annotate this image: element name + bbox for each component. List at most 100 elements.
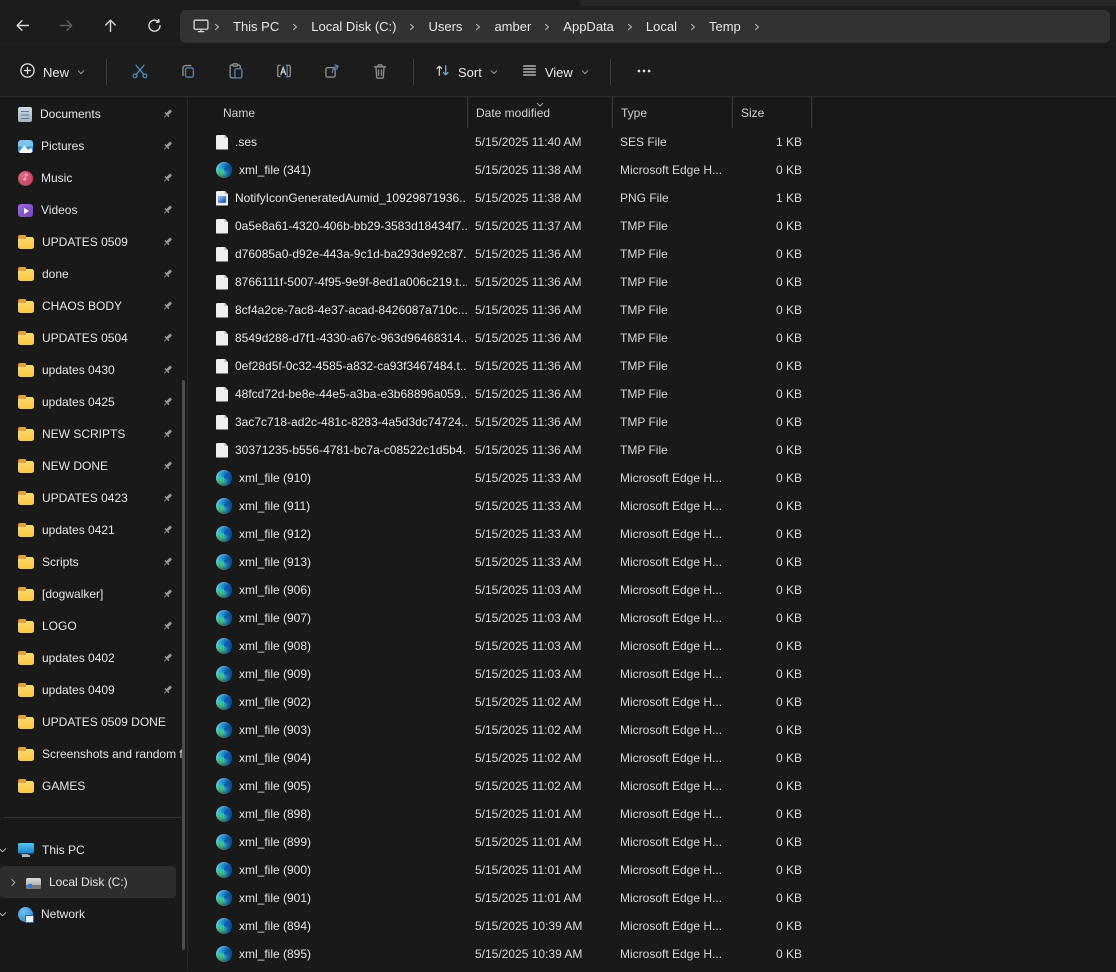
file-row[interactable]: xml_file (895) 5/15/2025 10:39 AM Micros… [188,940,1116,968]
delete-button[interactable] [356,56,404,88]
rename-button[interactable] [260,56,308,88]
breadcrumb-segment[interactable]: Local Disk (C:) [302,16,405,37]
sidebar-item[interactable]: Music [0,162,187,194]
sidebar-item[interactable]: updates 0425 [0,386,187,418]
back-arrow-icon [14,17,31,37]
file-row[interactable]: 3ac7c718-ad2c-481c-8283-4a5d3dc74724... … [188,408,1116,436]
sidebar-item[interactable]: updates 0402 [0,642,187,674]
chevron-down-icon[interactable] [0,909,8,920]
breadcrumb-chevron-icon[interactable] [211,21,223,33]
breadcrumb-chevron-icon[interactable] [624,21,636,33]
breadcrumb-chevron-icon[interactable] [541,21,553,33]
file-row[interactable]: 0a5e8a61-4320-406b-bb29-3583d18434f7....… [188,212,1116,240]
sidebar-item[interactable]: updates 0430 [0,354,187,386]
file-row[interactable]: 48fcd72d-be8e-44e5-a3ba-e3b68896a059... … [188,380,1116,408]
sort-button[interactable]: Sort [423,56,510,88]
file-row[interactable]: xml_file (906) 5/15/2025 11:03 AM Micros… [188,576,1116,604]
sidebar-item-local-disk[interactable]: Local Disk (C:) [0,866,176,898]
sidebar-item[interactable]: Pictures [0,130,187,162]
breadcrumb-segment[interactable]: Local [637,16,686,37]
sidebar-item[interactable]: LOGO [0,610,187,642]
breadcrumb-segment[interactable]: Temp [700,16,750,37]
sidebar-item[interactable]: GAMES [0,770,187,802]
file-row[interactable]: 8cf4a2ce-7ac8-4e37-acad-8426087a710c....… [188,296,1116,324]
file-type: TMP File [612,331,732,345]
breadcrumb-segment[interactable]: amber [485,16,540,37]
breadcrumb-segment[interactable]: This PC [224,16,288,37]
sidebar-item[interactable]: Documents [0,98,187,130]
file-row[interactable]: xml_file (903) 5/15/2025 11:02 AM Micros… [188,716,1116,744]
file-row[interactable]: xml_file (909) 5/15/2025 11:03 AM Micros… [188,660,1116,688]
column-header-name[interactable]: Name [188,97,467,128]
view-button[interactable]: View [510,56,601,88]
up-button[interactable] [88,10,132,44]
file-row[interactable]: xml_file (900) 5/15/2025 11:01 AM Micros… [188,856,1116,884]
sidebar-item[interactable]: CHAOS BODY [0,290,187,322]
sidebar-item[interactable]: updates 0409 [0,674,187,706]
breadcrumb-segment[interactable]: AppData [554,16,623,37]
breadcrumb-chevron-icon[interactable] [472,21,484,33]
sidebar-item-network[interactable]: Network [0,898,187,930]
address-bar[interactable]: This PC Local Disk (C:) Users [180,10,1110,43]
sidebar-item[interactable]: UPDATES 0423 [0,482,187,514]
sidebar-item[interactable]: UPDATES 0509 [0,226,187,258]
sidebar-item[interactable]: updates 0421 [0,514,187,546]
file-row[interactable]: 8549d288-d7f1-4330-a67c-963d96468314....… [188,324,1116,352]
file-row[interactable]: xml_file (899) 5/15/2025 11:01 AM Micros… [188,828,1116,856]
breadcrumb-chevron-icon[interactable] [406,21,418,33]
file-row[interactable]: xml_file (907) 5/15/2025 11:03 AM Micros… [188,604,1116,632]
file-row[interactable]: xml_file (910) 5/15/2025 11:33 AM Micros… [188,464,1116,492]
cut-button[interactable] [116,56,164,88]
sidebar-item-this-pc[interactable]: This PC [0,834,187,866]
column-header-date-modified[interactable]: Date modified [467,97,612,128]
file-row[interactable]: xml_file (911) 5/15/2025 11:33 AM Micros… [188,492,1116,520]
file-row[interactable]: d76085a0-d92e-443a-9c1d-ba293de92c87... … [188,240,1116,268]
file-row[interactable]: xml_file (341) 5/15/2025 11:38 AM Micros… [188,156,1116,184]
column-header-type[interactable]: Type [612,97,732,128]
sidebar-item[interactable]: NEW DONE [0,450,187,482]
file-row[interactable]: xml_file (904) 5/15/2025 11:02 AM Micros… [188,744,1116,772]
sidebar-item[interactable]: Videos [0,194,187,226]
more-options-button[interactable] [620,56,668,88]
file-row[interactable]: xml_file (908) 5/15/2025 11:03 AM Micros… [188,632,1116,660]
file-row[interactable]: xml_file (905) 5/15/2025 11:02 AM Micros… [188,772,1116,800]
share-button[interactable] [308,56,356,88]
sidebar-item[interactable]: UPDATES 0504 [0,322,187,354]
file-row[interactable]: 30371235-b556-4781-bc7a-c08522c1d5b4... … [188,436,1116,464]
file-row[interactable]: xml_file (894) 5/15/2025 10:39 AM Micros… [188,912,1116,940]
sidebar-item[interactable]: done [0,258,187,290]
file-row[interactable]: xml_file (912) 5/15/2025 11:33 AM Micros… [188,520,1116,548]
file-row[interactable]: xml_file (913) 5/15/2025 11:33 AM Micros… [188,548,1116,576]
file-date-modified: 5/15/2025 11:02 AM [467,695,612,709]
file-row[interactable]: .ses 5/15/2025 11:40 AM SES File 1 KB [188,128,1116,156]
sidebar-scrollbar[interactable] [182,380,185,950]
pin-icon [161,108,174,121]
file-row[interactable]: xml_file (898) 5/15/2025 11:01 AM Micros… [188,800,1116,828]
breadcrumb-chevron-icon[interactable] [289,21,301,33]
refresh-button[interactable] [132,10,176,44]
file-row[interactable]: xml_file (901) 5/15/2025 11:01 AM Micros… [188,884,1116,912]
chevron-right-icon[interactable] [8,877,19,888]
file-row[interactable]: xml_file (902) 5/15/2025 11:02 AM Micros… [188,688,1116,716]
sidebar-item[interactable]: [dogwalker] [0,578,187,610]
file-row[interactable]: NotifyIconGeneratedAumid_10929871936... … [188,184,1116,212]
file-type: Microsoft Edge H... [612,919,732,933]
sidebar-item[interactable]: NEW SCRIPTS [0,418,187,450]
sidebar-item[interactable]: UPDATES 0509 DONE [0,706,187,738]
chevron-down-icon[interactable] [0,845,8,856]
breadcrumb-segment[interactable]: Users [419,16,471,37]
file-row[interactable]: 0ef28d5f-0c32-4585-a832-ca93f3467484.t..… [188,352,1116,380]
column-header-size[interactable]: Size [732,97,812,128]
breadcrumb-chevron-icon[interactable] [687,21,699,33]
sidebar-item[interactable]: Scripts [0,546,187,578]
file-row[interactable]: 8766111f-5007-4f95-9e9f-8ed1a006c219.t..… [188,268,1116,296]
paste-button[interactable] [212,56,260,88]
breadcrumb-chevron-icon[interactable] [751,21,763,33]
new-button[interactable]: New [8,56,97,88]
file-name: xml_file (895) [239,947,311,961]
file-type: Microsoft Edge H... [612,163,732,177]
back-button[interactable] [0,10,44,44]
sidebar-item[interactable]: Screenshots and random f [0,738,187,770]
forward-button[interactable] [44,10,88,44]
copy-button[interactable] [164,56,212,88]
